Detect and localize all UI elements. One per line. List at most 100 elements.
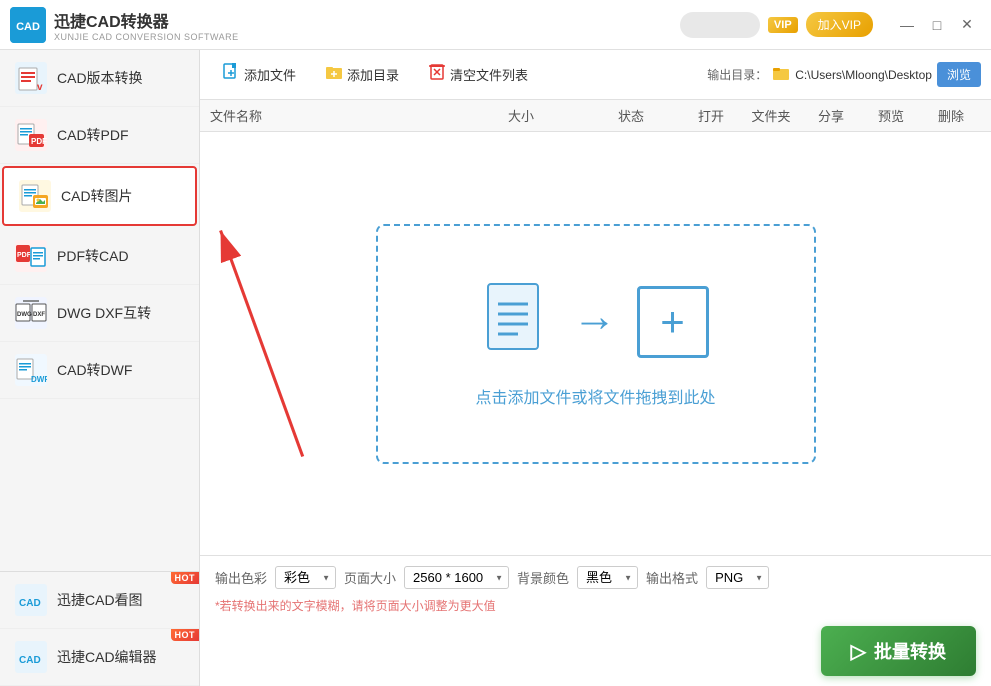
sidebar-item-pdf-cad-label: PDF转CAD — [57, 246, 129, 266]
arrow-right-icon: → — [573, 295, 617, 349]
title-bar: CAD 迅捷CAD转换器 XUNJIE CAD CONVERSION SOFTW… — [0, 0, 991, 50]
output-format-select-container[interactable]: PNG — [706, 566, 769, 589]
drop-label: 点击添加文件或将文件拖拽到此处 — [475, 384, 715, 408]
sidebar-item-cad-version-label: CAD版本转换 — [57, 68, 143, 88]
col-delete: 删除 — [921, 106, 981, 125]
dwg-dxf-icon: DWG DXF — [15, 297, 47, 329]
col-folder: 文件夹 — [741, 106, 801, 125]
vip-avatar — [680, 12, 760, 38]
main-layout: v CAD版本转换 PDF CAD转PDF — [0, 50, 991, 686]
col-status: 状态 — [581, 106, 681, 125]
app-title-group: 迅捷CAD转换器 XUNJIE CAD CONVERSION SOFTWARE — [54, 8, 239, 42]
svg-text:v: v — [37, 82, 43, 93]
maximize-button[interactable]: □ — [923, 11, 951, 39]
output-format-label: 输出格式 — [646, 568, 698, 587]
svg-text:CAD: CAD — [19, 598, 41, 609]
hot-badge-viewer: HOT — [171, 572, 200, 584]
app-title: 迅捷CAD转换器 — [54, 8, 239, 32]
sidebar-item-cad-pdf-label: CAD转PDF — [57, 125, 129, 145]
svg-text:DWG: DWG — [17, 312, 32, 318]
footer-note: *若转换出来的文字模糊，请将页面大小调整为更大值 — [200, 593, 991, 622]
add-dir-icon — [325, 63, 343, 86]
sidebar-item-dwg-dxf[interactable]: DWG DXF DWG DXF互转 — [0, 285, 199, 342]
vip-badge: VIP — [768, 17, 798, 33]
sidebar-item-cad-version[interactable]: v CAD版本转换 — [0, 50, 199, 107]
browse-button[interactable]: 浏览 — [937, 62, 981, 87]
folder-icon — [772, 64, 790, 85]
cad-pdf-icon: PDF — [15, 119, 47, 151]
convert-button[interactable]: ▷ 批量转换 — [821, 626, 976, 676]
page-size-select[interactable]: 2560 * 1600 — [404, 566, 509, 589]
add-dir-label: 添加目录 — [347, 65, 399, 84]
close-button[interactable]: ✕ — [953, 11, 981, 39]
drop-zone-icons: → + — [483, 279, 709, 364]
drop-area: → + 点击添加文件或将文件拖拽到此处 — [200, 132, 991, 555]
hot-badge-editor: HOT — [171, 629, 200, 641]
sidebar-item-cad-viewer-label: 迅捷CAD看图 — [57, 590, 143, 610]
convert-label: 批量转换 — [874, 638, 946, 664]
add-dir-button[interactable]: 添加目录 — [313, 58, 411, 91]
sidebar-item-pdf-cad[interactable]: PDF PDF转CAD — [0, 228, 199, 285]
join-vip-button[interactable]: 加入VIP — [806, 12, 873, 37]
col-filename: 文件名称 — [210, 106, 461, 125]
sidebar-bottom: CAD 迅捷CAD看图 HOT CAD 迅捷CAD编辑器 HOT — [0, 571, 199, 686]
drop-zone[interactable]: → + 点击添加文件或将文件拖拽到此处 — [376, 224, 816, 464]
bg-color-label: 背景颜色 — [517, 568, 569, 587]
sidebar-item-cad-dwf[interactable]: DWF CAD转DWF — [0, 342, 199, 399]
add-file-button[interactable]: 添加文件 — [210, 58, 308, 91]
add-file-icon — [222, 63, 240, 86]
document-icon — [483, 279, 553, 364]
app-subtitle: XUNJIE CAD CONVERSION SOFTWARE — [54, 32, 239, 42]
bottom-actions-row: ▷ 批量转换 — [200, 622, 991, 686]
vip-area: VIP 加入VIP — [680, 12, 873, 38]
cad-version-icon: v — [15, 62, 47, 94]
add-file-label: 添加文件 — [244, 65, 296, 84]
plus-icon: + — [660, 301, 685, 343]
output-format-select[interactable]: PNG — [706, 566, 769, 589]
sidebar-item-cad-image[interactable]: CAD转图片 — [2, 166, 197, 226]
window-controls: — □ ✕ — [893, 11, 981, 39]
svg-text:PDF: PDF — [31, 137, 47, 146]
col-preview: 预览 — [861, 106, 921, 125]
col-size: 大小 — [461, 106, 581, 125]
minimize-button[interactable]: — — [893, 11, 921, 39]
bottom-options-row: 输出色彩 彩色 页面大小 2560 * 1600 背景颜色 黑色 — [200, 556, 991, 593]
cad-image-icon — [19, 180, 51, 212]
page-size-label: 页面大小 — [344, 568, 396, 587]
clear-list-button[interactable]: 清空文件列表 — [416, 58, 540, 91]
bg-color-select[interactable]: 黑色 — [577, 566, 638, 589]
toolbar: 添加文件 添加目录 — [200, 50, 991, 100]
page-size-select-container[interactable]: 2560 * 1600 — [404, 566, 509, 589]
sidebar-item-cad-editor-label: 迅捷CAD编辑器 — [57, 647, 157, 667]
sidebar-item-dwg-dxf-label: DWG DXF互转 — [57, 303, 151, 323]
cad-dwf-icon: DWF — [15, 354, 47, 386]
color-select-container[interactable]: 彩色 — [275, 566, 336, 589]
sidebar-item-cad-editor[interactable]: CAD 迅捷CAD编辑器 HOT — [0, 629, 199, 686]
output-dir-area: 输出目录： C:\Users\Mloong\Desktop 浏览 — [707, 62, 981, 87]
clear-list-label: 清空文件列表 — [450, 65, 528, 84]
bottom-combined: 输出色彩 彩色 页面大小 2560 * 1600 背景颜色 黑色 — [200, 555, 991, 686]
play-icon: ▷ — [851, 639, 866, 664]
sidebar-item-cad-pdf[interactable]: PDF CAD转PDF — [0, 107, 199, 164]
col-open: 打开 — [681, 106, 741, 125]
svg-text:DXF: DXF — [33, 312, 45, 318]
sidebar-item-cad-dwf-label: CAD转DWF — [57, 360, 132, 380]
sidebar: v CAD版本转换 PDF CAD转PDF — [0, 50, 200, 686]
svg-text:DWF: DWF — [31, 375, 47, 384]
app-logo: CAD 迅捷CAD转换器 XUNJIE CAD CONVERSION SOFTW… — [10, 7, 239, 43]
color-select[interactable]: 彩色 — [275, 566, 336, 589]
logo-icon: CAD — [10, 7, 46, 43]
cad-viewer-icon: CAD — [15, 584, 47, 616]
sidebar-item-cad-image-label: CAD转图片 — [61, 186, 133, 206]
color-label: 输出色彩 — [215, 568, 267, 587]
cad-editor-icon: CAD — [15, 641, 47, 673]
clear-list-icon — [428, 63, 446, 86]
content-area: 添加文件 添加目录 — [200, 50, 991, 686]
plus-box: + — [637, 286, 709, 358]
svg-text:PDF: PDF — [17, 252, 32, 259]
svg-text:CAD: CAD — [16, 21, 40, 33]
output-dir-path: C:\Users\Mloong\Desktop — [795, 68, 932, 82]
svg-text:CAD: CAD — [19, 655, 41, 666]
sidebar-item-cad-viewer[interactable]: CAD 迅捷CAD看图 HOT — [0, 572, 199, 629]
bg-color-select-container[interactable]: 黑色 — [577, 566, 638, 589]
